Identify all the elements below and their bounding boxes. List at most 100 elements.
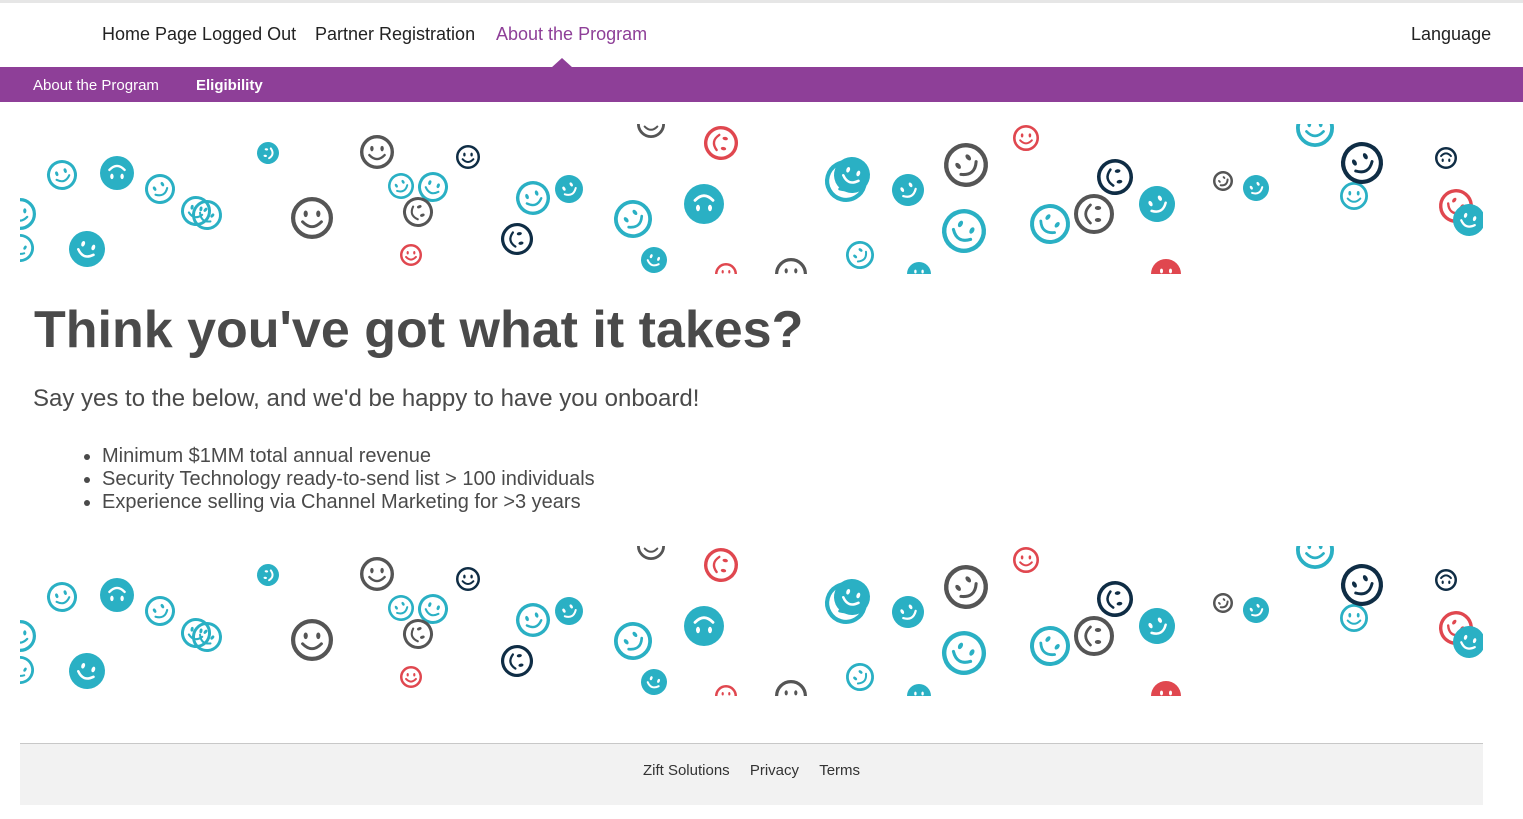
footer-link-terms[interactable]: Terms [819, 762, 860, 779]
list-item: Security Technology ready-to-send list >… [102, 468, 595, 491]
smiley-banner-top [20, 124, 1483, 274]
smiley-face-icon [192, 200, 222, 230]
smiley-face-icon [1339, 603, 1369, 633]
smiley-face-icon [845, 240, 875, 270]
smiley-face-icon [20, 546, 1483, 696]
smiley-face-icon [145, 596, 175, 626]
smiley-face-icon [388, 595, 414, 621]
smiley-face-icon [20, 620, 36, 652]
smiley-face-icon [456, 145, 480, 169]
smiley-face-icon [703, 125, 739, 161]
subnav-about-program-link[interactable]: About the Program [33, 77, 159, 94]
smiley-face-icon [641, 669, 667, 695]
smiley-face-icon [1453, 204, 1483, 236]
smiley-face-icon [1151, 681, 1181, 696]
smiley-face-icon [400, 666, 422, 688]
nav-partner-registration-link[interactable]: Partner Registration [315, 24, 475, 45]
subnav-eligibility-link[interactable]: Eligibility [196, 77, 263, 94]
requirements-list: Minimum $1MM total annual revenue Securi… [62, 445, 595, 514]
smiley-face-icon [100, 578, 134, 612]
smiley-face-icon [942, 209, 986, 253]
smiley-face-icon [515, 180, 551, 216]
smiley-face-icon [1213, 593, 1233, 613]
list-item: Minimum $1MM total annual revenue [102, 445, 595, 468]
top-navigation: Home Page Logged Out Partner Registratio… [0, 3, 1523, 68]
smiley-face-icon [1453, 626, 1483, 658]
smiley-face-icon [1341, 564, 1383, 606]
smiley-face-icon [388, 173, 414, 199]
smiley-face-icon [1339, 181, 1369, 211]
smiley-face-icon [715, 685, 737, 696]
smiley-face-icon [1074, 194, 1114, 234]
smiley-face-icon [145, 174, 175, 204]
smiley-face-icon [1151, 259, 1181, 274]
smiley-face-icon [613, 621, 653, 661]
list-item: Experience selling via Channel Marketing… [102, 491, 595, 514]
smiley-face-icon [257, 564, 279, 586]
smiley-face-icon [1030, 626, 1070, 666]
smiley-face-icon [637, 124, 665, 138]
page-subheading: Say yes to the below, and we'd be happy … [33, 385, 700, 412]
smiley-face-icon [1013, 547, 1039, 573]
smiley-face-icon [703, 547, 739, 583]
nav-about-program-link[interactable]: About the Program [496, 24, 647, 45]
smiley-face-icon [1243, 175, 1269, 201]
smiley-face-icon [20, 233, 35, 263]
smiley-face-icon [775, 680, 807, 696]
smiley-face-icon [359, 556, 395, 592]
language-selector[interactable]: Language [1411, 24, 1491, 45]
page-headline: Think you've got what it takes? [34, 301, 804, 359]
smiley-face-icon [715, 263, 737, 274]
smiley-face-icon [1341, 142, 1383, 184]
smiley-face-icon [845, 662, 875, 692]
nav-home-link[interactable]: Home Page Logged Out [102, 24, 296, 45]
smiley-face-icon [1013, 125, 1039, 151]
smiley-face-icon [20, 198, 36, 230]
smiley-face-icon [684, 184, 724, 224]
smiley-face-icon [1435, 569, 1457, 591]
smiley-face-icon [291, 619, 333, 661]
smiley-face-icon [944, 565, 988, 609]
smiley-face-icon [515, 602, 551, 638]
footer: Zift Solutions Privacy Terms [20, 743, 1483, 805]
smiley-face-icon [1296, 546, 1334, 569]
smiley-face-icon [1074, 616, 1114, 656]
footer-links: Zift Solutions Privacy Terms [20, 762, 1483, 779]
smiley-face-icon [1030, 204, 1070, 244]
footer-link-privacy[interactable]: Privacy [750, 762, 799, 779]
smiley-face-icon [100, 156, 134, 190]
smiley-face-icon [637, 546, 665, 560]
smiley-face-icon [257, 142, 279, 164]
smiley-face-icon [501, 645, 533, 677]
smiley-face-icon [1296, 124, 1334, 147]
smiley-face-icon [69, 653, 105, 689]
smiley-face-icon [1096, 158, 1134, 196]
smiley-face-icon [942, 631, 986, 675]
smiley-face-icon [359, 134, 395, 170]
smiley-face-icon [641, 247, 667, 273]
smiley-face-icon [684, 606, 724, 646]
footer-link-zift-solutions[interactable]: Zift Solutions [643, 762, 730, 779]
smiley-face-icon [555, 597, 583, 625]
smiley-banner-bottom [20, 546, 1483, 696]
smiley-face-icon [775, 258, 807, 274]
smiley-face-icon [47, 582, 77, 612]
smiley-face-icon [834, 579, 870, 615]
smiley-face-icon [907, 684, 931, 696]
sub-navigation: About the Program Eligibility [0, 67, 1523, 102]
smiley-face-icon [892, 596, 924, 628]
smiley-face-icon [907, 262, 931, 274]
smiley-face-icon [20, 124, 1483, 274]
smiley-face-icon [456, 567, 480, 591]
smiley-face-icon [1096, 580, 1134, 618]
smiley-face-icon [501, 223, 533, 255]
smiley-face-icon [1435, 147, 1457, 169]
smiley-face-icon [20, 655, 35, 685]
smiley-face-icon [192, 622, 222, 652]
smiley-face-icon [1213, 171, 1233, 191]
smiley-face-icon [613, 199, 653, 239]
smiley-face-icon [69, 231, 105, 267]
smiley-face-icon [944, 143, 988, 187]
smiley-face-icon [47, 160, 77, 190]
smiley-face-icon [1139, 186, 1175, 222]
